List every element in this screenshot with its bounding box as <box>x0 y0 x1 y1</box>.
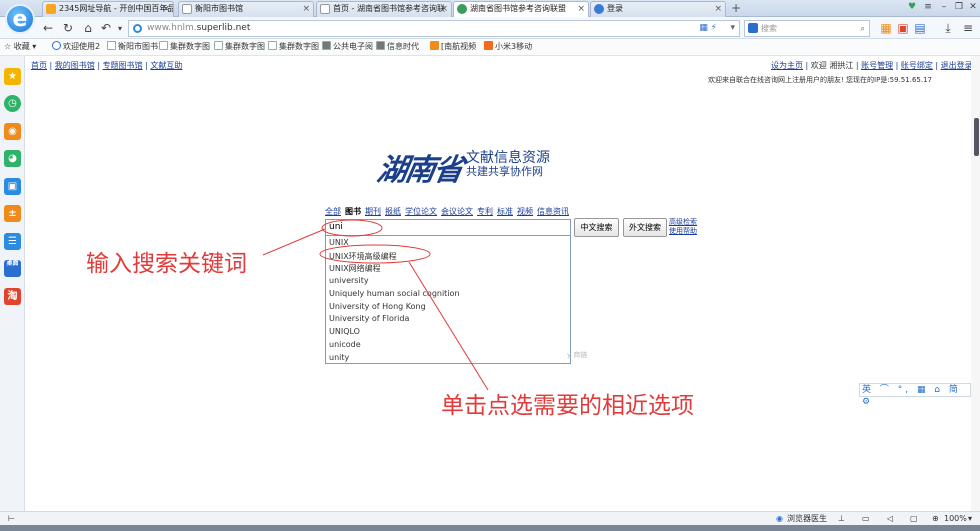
status-bar: ⊢ ◉ 浏览器医生 ⊥ ▭ ◁ ▢ ⊕ 100% ▾ <box>0 511 980 525</box>
zoom-level[interactable]: 100% <box>944 512 967 525</box>
sound-icon[interactable]: ◁ <box>887 512 893 525</box>
browser-doctor-label[interactable]: 浏览器医生 <box>787 512 827 525</box>
globe-icon <box>457 4 467 14</box>
arrow-line-1 <box>262 228 326 256</box>
annotation-label-2: 单击点选需要的相近选项 <box>441 393 694 419</box>
shield-icon: ◉ <box>776 514 783 523</box>
mode-icon[interactable]: ▭ <box>862 512 870 525</box>
ime-toolbar[interactable]: 英 ⌒ °, ▦ ⌂ 简 ⚙ <box>859 383 971 407</box>
scrollbar-thumb[interactable] <box>974 118 979 156</box>
browser-logo-icon[interactable]: e <box>5 4 35 34</box>
window-icon[interactable]: ▢ <box>910 512 918 525</box>
sidebar-toggle-icon[interactable]: ⊢ <box>8 512 15 525</box>
arrow-line-2 <box>408 261 489 391</box>
suggestion-circle <box>319 244 431 264</box>
clean-icon[interactable]: ⊥ <box>838 512 845 525</box>
tab-hunan-alliance[interactable]: 湖南省图书馆参考咨询联盟 × <box>453 1 589 17</box>
search-box-circle <box>321 219 383 237</box>
chevron-down-icon[interactable]: ▾ <box>968 512 972 525</box>
scrollbar[interactable] <box>971 56 980 511</box>
os-taskbar <box>0 525 980 531</box>
annotation-label-1: 输入搜索关键词 <box>86 251 247 277</box>
zoom-icon[interactable]: ⊕ <box>932 512 939 525</box>
close-icon[interactable]: × <box>577 2 585 16</box>
